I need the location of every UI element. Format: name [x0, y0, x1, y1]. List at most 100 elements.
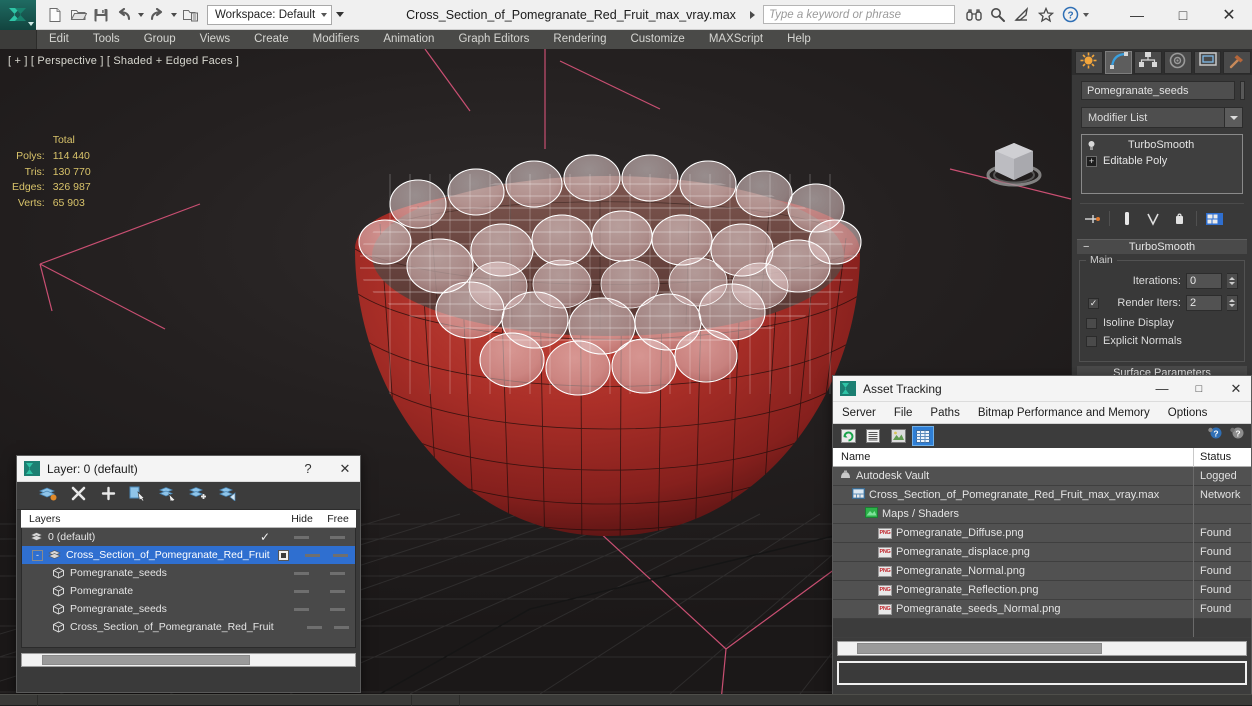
asset-row[interactable]: PNG Pomegranate_Normal.png Found: [833, 561, 1251, 581]
modify-tab[interactable]: [1104, 51, 1133, 74]
workspace-selector[interactable]: Workspace: Default: [207, 4, 333, 25]
save-file-icon[interactable]: [90, 4, 112, 26]
isoline-display-row[interactable]: Isoline Display: [1086, 317, 1238, 329]
new-file-icon[interactable]: [44, 4, 66, 26]
show-end-result-icon[interactable]: [1115, 209, 1139, 229]
rollout-header[interactable]: − TurboSmooth: [1077, 239, 1247, 254]
freeze-toggle[interactable]: [328, 625, 355, 629]
redo-icon[interactable]: [146, 4, 168, 26]
layer-row[interactable]: Pomegranate_seeds: [22, 564, 355, 582]
viewport-label[interactable]: [ + ] [ Perspective ] [ Shaded + Edged F…: [8, 55, 239, 67]
title-expand-arrow-icon[interactable]: [749, 10, 755, 19]
pin-icon[interactable]: [1080, 209, 1104, 229]
minimize-button[interactable]: —: [1114, 0, 1160, 29]
select-objects-button[interactable]: [125, 485, 151, 507]
undo-dropdown-arrow[interactable]: [136, 4, 145, 26]
3dsmax-logo-icon[interactable]: [0, 0, 36, 30]
modifier-stack-item-turbosmooth[interactable]: TurboSmooth: [1082, 137, 1242, 153]
view-cube[interactable]: [978, 135, 1050, 195]
close-button[interactable]: ✕: [1206, 0, 1252, 29]
explicit-normals-row[interactable]: Explicit Normals: [1086, 335, 1238, 347]
search-input[interactable]: Type a keyword or phrase: [762, 5, 955, 24]
open-file-icon[interactable]: [67, 4, 89, 26]
menu-item-animation[interactable]: Animation: [371, 30, 446, 49]
layer-close-button[interactable]: ✕: [330, 456, 360, 482]
delete-layer-button[interactable]: [65, 485, 91, 507]
freeze-toggle[interactable]: [319, 607, 355, 611]
lightbulb-icon[interactable]: [1086, 140, 1097, 151]
trash-icon[interactable]: [1167, 209, 1191, 229]
layer-dialog[interactable]: Layer: 0 (default) ? ✕ Layers Hide Free …: [16, 455, 361, 693]
menu-item-maxscript[interactable]: MAXScript: [697, 30, 775, 49]
set-current-button[interactable]: [215, 485, 241, 507]
asset-menu-options[interactable]: Options: [1159, 402, 1217, 424]
asset-row[interactable]: PNG Pomegranate_Reflection.png Found: [833, 580, 1251, 600]
menu-item-rendering[interactable]: Rendering: [541, 30, 618, 49]
help-gray-icon[interactable]: ?: [1229, 426, 1245, 446]
layer-dialog-titlebar[interactable]: Layer: 0 (default) ? ✕: [17, 456, 360, 482]
asset-row[interactable]: Maps / Shaders: [833, 504, 1251, 524]
layer-state-box[interactable]: [270, 549, 298, 561]
asset-row[interactable]: PNG Pomegranate_seeds_Normal.png Found: [833, 599, 1251, 619]
asset-menu-bitmap-performance-and-memory[interactable]: Bitmap Performance and Memory: [969, 402, 1159, 424]
asset-list[interactable]: Autodesk Vault Logged Cross_Section_of_Pom…: [833, 466, 1251, 619]
undo-icon[interactable]: [113, 4, 135, 26]
layer-row[interactable]: Cross_Section_of_Pomegranate_Red_Fruit: [22, 618, 355, 636]
menu-item-edit[interactable]: Edit: [37, 30, 81, 49]
layer-row[interactable]: 0 (default) ✓: [22, 528, 355, 546]
menu-item-customize[interactable]: Customize: [618, 30, 696, 49]
asset-maximize-button[interactable]: □: [1184, 376, 1214, 402]
menu-item-group[interactable]: Group: [132, 30, 188, 49]
render-iters-value[interactable]: 2: [1186, 295, 1222, 311]
iterations-value[interactable]: 0: [1186, 273, 1222, 289]
make-unique-icon[interactable]: [1141, 209, 1165, 229]
hide-toggle[interactable]: [283, 571, 319, 575]
menu-item-views[interactable]: Views: [188, 30, 242, 49]
menu-item-graph-editors[interactable]: Graph Editors: [446, 30, 541, 49]
modifier-stack[interactable]: TurboSmooth + Editable Poly: [1081, 134, 1243, 194]
asset-close-button[interactable]: ✕: [1221, 376, 1251, 402]
freeze-toggle[interactable]: [319, 589, 355, 593]
asset-dialog-titlebar[interactable]: Asset Tracking — □ ✕: [833, 376, 1251, 402]
star-icon[interactable]: [1038, 6, 1055, 23]
freeze-toggle[interactable]: [319, 571, 355, 575]
layer-help-button[interactable]: ?: [293, 456, 323, 482]
utilities-tab[interactable]: [1223, 51, 1252, 74]
layer-list[interactable]: 0 (default) ✓ - Cross_Section_of_Pomegranat…: [21, 528, 356, 648]
expander-icon[interactable]: -: [32, 549, 43, 561]
add-layer-button[interactable]: [95, 485, 121, 507]
current-layer-check[interactable]: ✓: [247, 530, 283, 544]
satellite-dish-icon[interactable]: [1014, 6, 1031, 23]
asset-menu-paths[interactable]: Paths: [921, 402, 968, 424]
asset-minimize-button[interactable]: —: [1147, 376, 1177, 402]
asset-menu-server[interactable]: Server: [833, 402, 885, 424]
select-highlighted-button[interactable]: [155, 485, 181, 507]
render-iters-spinner[interactable]: [1227, 295, 1238, 311]
redo-dropdown-arrow[interactable]: [169, 4, 178, 26]
hide-toggle[interactable]: [283, 589, 319, 593]
layer-row[interactable]: Pomegranate_seeds: [22, 600, 355, 618]
workspace-dropdown-button[interactable]: [332, 5, 348, 25]
hide-toggle[interactable]: [298, 553, 326, 557]
hide-toggle[interactable]: [301, 625, 328, 629]
configure-sets-icon[interactable]: [1202, 209, 1226, 229]
binoculars-icon[interactable]: [966, 6, 983, 23]
iterations-spinner[interactable]: [1227, 273, 1238, 289]
help-icon[interactable]: ?: [1062, 6, 1079, 23]
modifier-list-dropdown[interactable]: Modifier List: [1081, 107, 1243, 128]
freeze-toggle[interactable]: [319, 535, 355, 539]
render-iters-checkbox[interactable]: ✓: [1088, 297, 1099, 309]
logo-dropdown-arrow[interactable]: [28, 21, 34, 26]
create-tab[interactable]: [1075, 51, 1103, 74]
project-folder-icon[interactable]: [179, 4, 201, 26]
layer-row[interactable]: - Cross_Section_of_Pomegranate_Red_Fruit: [22, 546, 355, 564]
object-color-swatch[interactable]: [1240, 81, 1245, 100]
asset-tracking-dialog[interactable]: Asset Tracking — □ ✕ Server File Paths Bitm…: [832, 375, 1252, 697]
modifier-stack-item-editable-poly[interactable]: + Editable Poly: [1082, 153, 1242, 169]
thumbnail-icon[interactable]: [887, 426, 909, 446]
asset-row[interactable]: Cross_Section_of_Pomegranate_Red_Fruit_m…: [833, 485, 1251, 505]
menu-app-button[interactable]: [0, 30, 37, 49]
add-selected-button[interactable]: [185, 485, 211, 507]
motion-tab[interactable]: [1164, 51, 1192, 74]
asset-row[interactable]: PNG Pomegranate_displace.png Found: [833, 542, 1251, 562]
